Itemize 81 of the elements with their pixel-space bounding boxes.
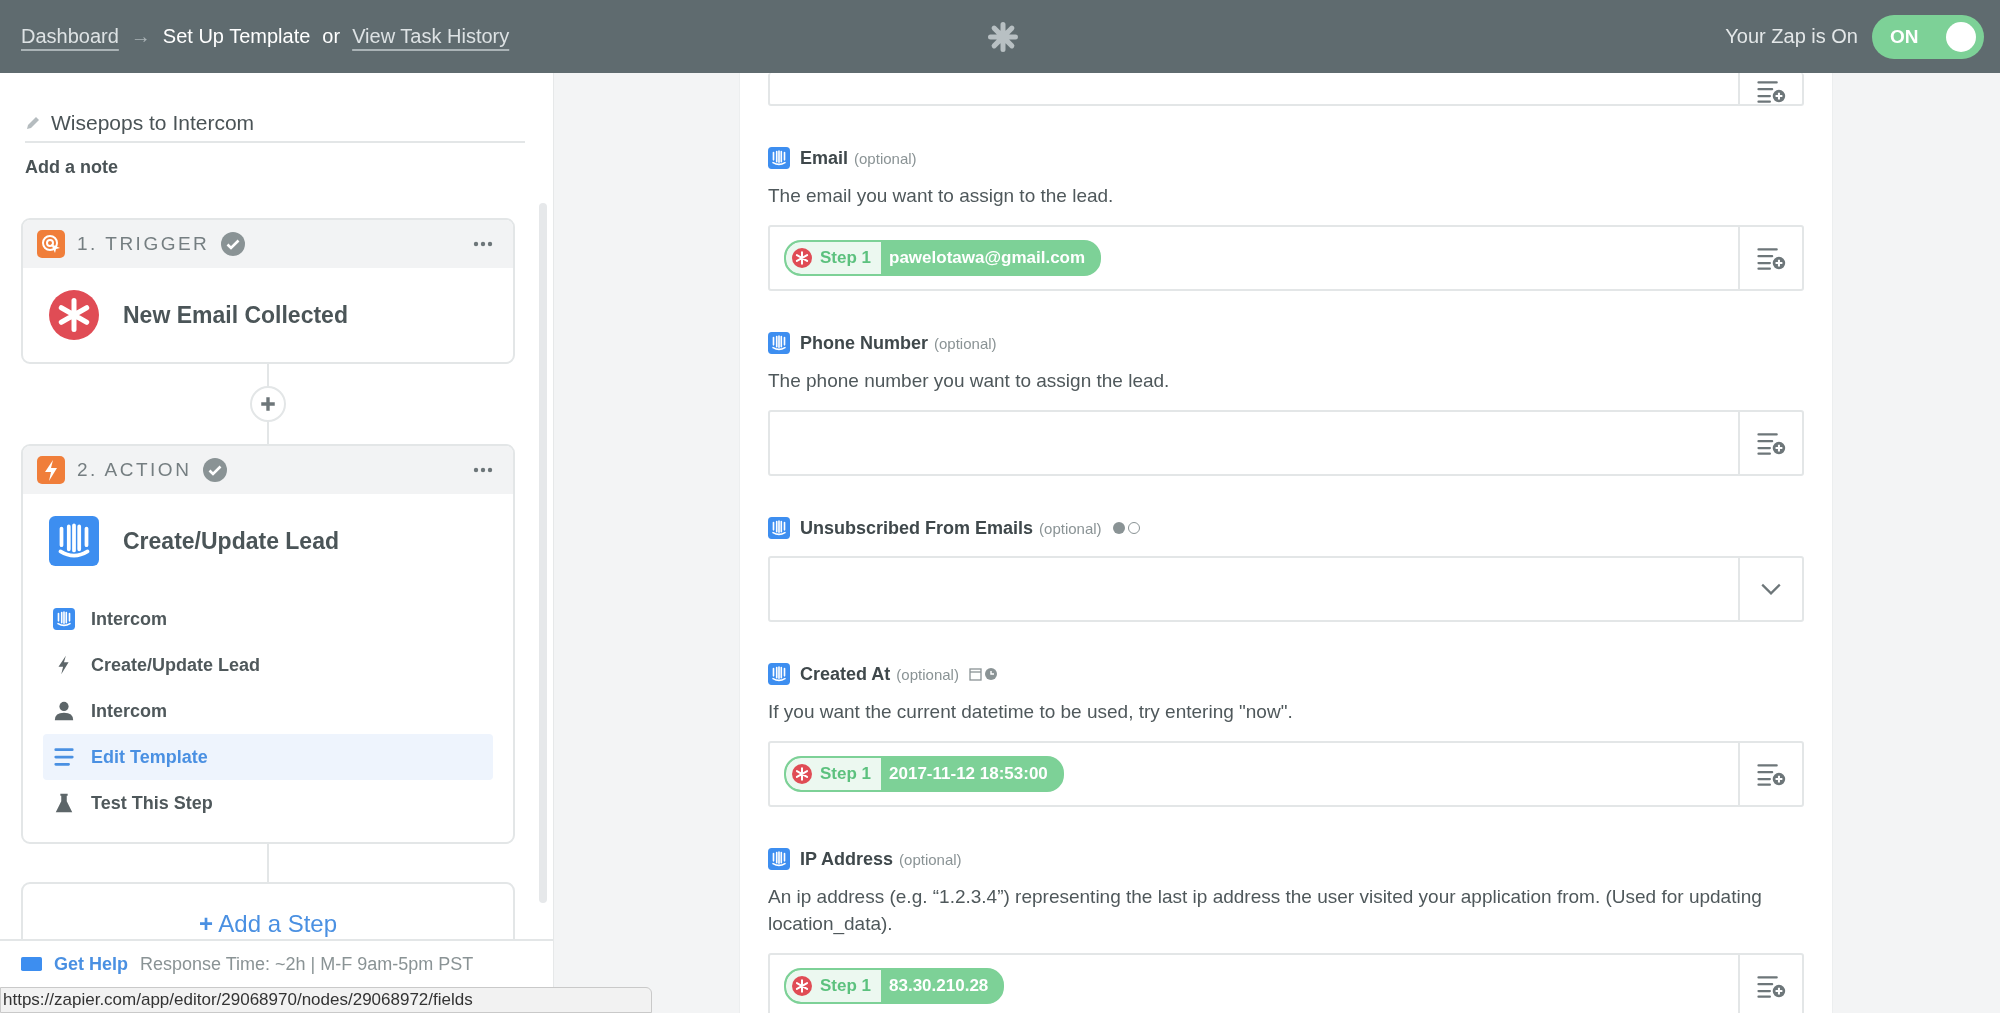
chat-icon xyxy=(21,957,42,971)
mapped-value: 2017-11-12 18:53:00 xyxy=(888,763,1049,785)
app-logo-icon xyxy=(768,517,790,539)
step-header[interactable]: 1. TRIGGER xyxy=(23,220,513,268)
optional-label: (optional) xyxy=(1039,519,1102,537)
app-logo-icon xyxy=(768,147,790,169)
input-field[interactable] xyxy=(768,73,1804,106)
flask-icon xyxy=(53,792,75,814)
breadcrumb-separator: → xyxy=(130,25,151,48)
field-description: The email you want to assign to the lead. xyxy=(768,184,1115,208)
zap-name-field[interactable]: Wisepops to Intercom xyxy=(25,111,525,143)
add-note-link[interactable]: Add a note xyxy=(25,157,118,178)
more-icon[interactable] xyxy=(473,467,493,473)
field-label: Phone Number xyxy=(800,332,928,354)
input-field[interactable] xyxy=(768,410,1804,476)
mapped-value-pill[interactable]: Step 1 83.30.210.28 xyxy=(784,968,1005,1004)
mapped-value: 83.30.210.28 xyxy=(888,975,990,997)
mapped-value-pill[interactable]: Step 1 2017-11-12 18:53:00 xyxy=(784,756,1064,792)
mapped-value-pill[interactable]: Step 1 pawelotawa@gmail.com xyxy=(784,240,1102,276)
scrollbar[interactable] xyxy=(539,203,547,903)
step-menu-item[interactable]: Intercom xyxy=(43,596,493,642)
input-field[interactable]: Step 1 pawelotawa@gmail.com xyxy=(768,225,1804,291)
input-field[interactable]: Step 1 83.30.210.28 xyxy=(768,953,1804,1013)
insert-field-icon xyxy=(1756,245,1786,271)
step-menu-item[interactable]: Test This Step xyxy=(43,780,493,826)
field-description: The phone number you want to assign the lead. xyxy=(768,369,1171,393)
optional-label: (optional) xyxy=(854,149,917,167)
app-logo-icon xyxy=(768,848,790,870)
mapped-value: pawelotawa@gmail.com xyxy=(888,247,1087,269)
boolean-type-icon xyxy=(1111,521,1142,535)
datetime-type-icon xyxy=(968,667,999,681)
field-label: IP Address xyxy=(800,848,894,870)
optional-label: (optional) xyxy=(899,850,962,868)
get-help-link[interactable]: Get Help xyxy=(54,953,128,975)
step-number: 2. ACTION xyxy=(77,459,192,481)
step-header[interactable]: 2. ACTION xyxy=(23,446,513,494)
add-step-button[interactable]: + Add a Step xyxy=(21,882,515,939)
optional-label: (optional) xyxy=(896,665,959,683)
step-title: Create/Update Lead xyxy=(123,527,339,555)
field-label: Email xyxy=(800,147,849,169)
field-label: Unsubscribed From Emails xyxy=(800,517,1034,539)
insert-field-icon xyxy=(1756,430,1786,456)
response-time-text: Response Time: ~2h | M-F 9am-5pm PST xyxy=(140,953,474,975)
step-menu-item[interactable]: Create/Update Lead xyxy=(43,642,493,688)
bolt-icon xyxy=(37,456,65,484)
step-title: New Email Collected xyxy=(123,301,348,329)
breadcrumb-current: Set Up Template xyxy=(162,25,311,48)
insert-field-icon xyxy=(1756,973,1786,999)
input-field[interactable]: Step 1 2017-11-12 18:53:00 xyxy=(768,741,1804,807)
breadcrumb-link[interactable]: Dashboard xyxy=(21,25,119,48)
chevron-down-icon xyxy=(1760,582,1782,596)
step-menu-item[interactable]: Edit Template xyxy=(43,734,493,780)
app-logo-icon xyxy=(53,608,75,630)
app-logo-icon xyxy=(768,332,790,354)
asterisk-logo-icon xyxy=(987,21,1018,52)
breadcrumb-link[interactable]: View Task History xyxy=(352,25,510,48)
add-step-between-button[interactable] xyxy=(250,386,286,422)
app-logo-icon xyxy=(792,248,812,268)
breadcrumb-text: or xyxy=(322,25,341,48)
app-logo-icon xyxy=(768,663,790,685)
plus-icon xyxy=(259,395,277,413)
field-description: An ip address (e.g. “1.2.3.4”) representing the last ip address the user visited your application from. (Used for updating location_data). xyxy=(768,885,1763,937)
zap-status-label: Your Zap is On xyxy=(1725,25,1858,48)
url-tooltip: https://zapier.com/app/editor/29068970/nodes/29068972/fields xyxy=(0,987,652,1013)
step-number: 1. TRIGGER xyxy=(77,233,210,255)
more-icon[interactable] xyxy=(473,241,493,247)
target-cursor-icon xyxy=(37,230,65,258)
app-logo-icon xyxy=(792,764,812,784)
insert-field-icon xyxy=(1756,761,1786,787)
field-description: If you want the current datetime to be used, try entering "now". xyxy=(768,700,1294,724)
lines-icon xyxy=(53,746,75,768)
person-icon xyxy=(53,700,75,722)
step-menu-item[interactable]: Intercom xyxy=(43,688,493,734)
optional-label: (optional) xyxy=(934,334,997,352)
pencil-icon xyxy=(25,115,41,131)
app-logo-icon xyxy=(49,516,99,566)
app-logo-icon xyxy=(792,976,812,996)
app-logo-icon xyxy=(49,290,99,340)
field-label: Created At xyxy=(800,663,891,685)
dropdown-field[interactable] xyxy=(768,556,1804,622)
insert-field-icon xyxy=(1756,79,1786,104)
